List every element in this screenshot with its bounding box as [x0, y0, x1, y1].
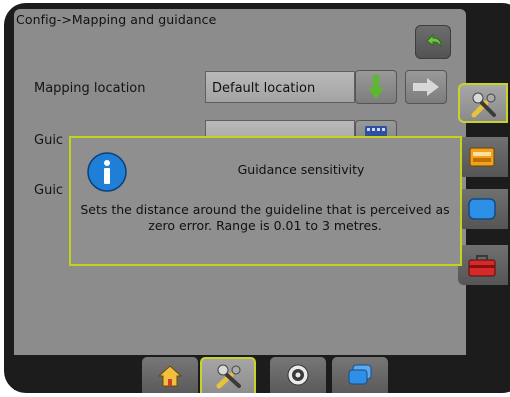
- side-tab-config[interactable]: [458, 83, 508, 123]
- bottom-tab-gauge[interactable]: [270, 357, 326, 393]
- layers-icon: [348, 364, 372, 385]
- gauge-icon: [287, 364, 309, 386]
- side-tab-display[interactable]: [458, 189, 508, 229]
- guidance-row-label: Guic: [34, 133, 64, 148]
- home-icon: [158, 365, 182, 387]
- back-button[interactable]: [415, 25, 451, 59]
- right-arrow-icon: [413, 78, 439, 96]
- tools-icon: [216, 364, 241, 389]
- bottom-tab-home[interactable]: [142, 357, 198, 393]
- console-icon: [469, 147, 495, 167]
- tools-icon: [471, 92, 496, 118]
- screen-icon: [468, 198, 496, 220]
- info-icon: [87, 152, 127, 192]
- info-dialog[interactable]: Guidance sensitivity Sets the distance a…: [69, 136, 462, 266]
- next-button[interactable]: [405, 70, 447, 104]
- dialog-body: Sets the distance around the guideline t…: [80, 202, 450, 233]
- mapping-location-label: Mapping location: [34, 81, 146, 96]
- dialog-title: Guidance sensitivity: [237, 162, 365, 177]
- down-arrow-icon: [368, 75, 384, 99]
- side-tab-toolbox[interactable]: [458, 245, 508, 285]
- download-button[interactable]: [355, 70, 397, 104]
- toolbox-icon: [468, 255, 496, 277]
- bottom-tab-layers[interactable]: [332, 357, 388, 393]
- mapping-location-field[interactable]: Default location: [205, 71, 355, 103]
- guidance-row-label-2: Guic: [34, 183, 64, 198]
- bottom-tab-config[interactable]: [200, 357, 256, 393]
- page-title: Config->Mapping and guidance: [16, 12, 217, 27]
- side-tab-console[interactable]: [458, 137, 508, 177]
- back-arrow-icon: [426, 33, 442, 48]
